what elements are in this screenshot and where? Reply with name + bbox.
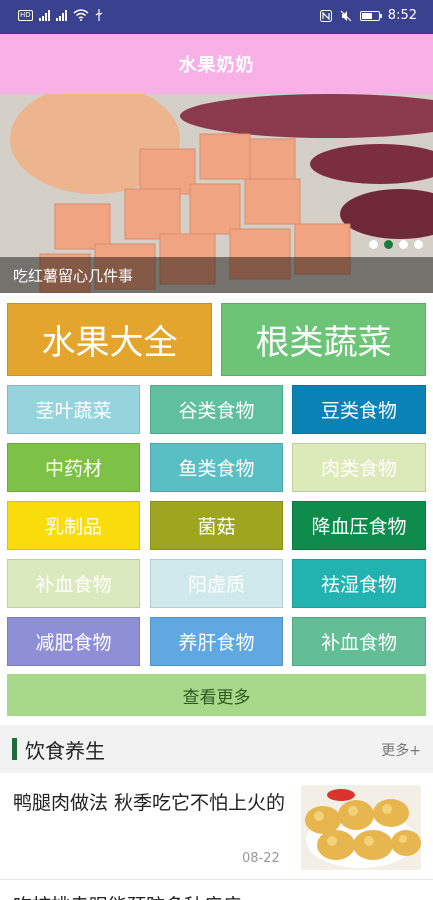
hd-badge: HD bbox=[18, 9, 33, 21]
category-legumes-button[interactable]: 豆类食物 bbox=[292, 385, 426, 434]
category-yang-deficiency-button[interactable]: 阳虚质 bbox=[150, 559, 283, 608]
category-weight-loss-button[interactable]: 减肥食物 bbox=[7, 617, 140, 666]
status-bar: HD 8:52 bbox=[0, 0, 433, 34]
usb-icon bbox=[95, 9, 102, 21]
article-title: 鸭腿肉做法 秋季吃它不怕上火的 bbox=[13, 792, 286, 814]
category-grains-button[interactable]: 谷类食物 bbox=[150, 385, 283, 434]
category-fruits-button[interactable]: 水果大全 bbox=[7, 303, 212, 376]
article-item[interactable]: 吃核桃走眼能预防多种疾病 bbox=[0, 881, 433, 900]
category-dampness-button[interactable]: 祛湿食物 bbox=[292, 559, 426, 608]
article-item[interactable]: 鸭腿肉做法 秋季吃它不怕上火的 08-22 bbox=[0, 773, 433, 880]
section-accent-bar bbox=[12, 738, 17, 760]
section-more-link[interactable]: 更多+ bbox=[381, 740, 421, 760]
category-blood-tonic-2-button[interactable]: 补血食物 bbox=[292, 617, 426, 666]
wifi-icon bbox=[73, 9, 89, 21]
carousel-dot[interactable] bbox=[399, 240, 408, 249]
status-right: 8:52 bbox=[319, 8, 417, 23]
section-title: 饮食养生 bbox=[25, 739, 105, 763]
category-herbal-medicine-button[interactable]: 中药材 bbox=[7, 443, 140, 492]
category-blood-pressure-button[interactable]: 降血压食物 bbox=[292, 501, 426, 550]
category-mushrooms-button[interactable]: 菌菇 bbox=[150, 501, 283, 550]
carousel-dot[interactable] bbox=[369, 240, 378, 249]
app-bar: 水果奶奶 bbox=[0, 34, 433, 94]
view-more-button[interactable]: 查看更多 bbox=[7, 674, 426, 716]
nfc-icon bbox=[319, 9, 332, 22]
article-date: 08-22 bbox=[242, 851, 280, 866]
banner-caption: 吃红薯留心几件事 bbox=[13, 267, 134, 285]
section-header: 饮食养生 更多+ bbox=[0, 725, 433, 773]
category-fish-button[interactable]: 鱼类食物 bbox=[150, 443, 283, 492]
fried-food-thumbnail bbox=[301, 785, 421, 870]
clock: 8:52 bbox=[387, 8, 417, 23]
category-blood-tonic-button[interactable]: 补血食物 bbox=[7, 559, 140, 608]
battery-icon bbox=[359, 10, 382, 21]
carousel-dot-active[interactable] bbox=[384, 240, 393, 249]
mute-icon bbox=[340, 10, 352, 21]
banner-carousel[interactable]: 吃红薯留心几件事 bbox=[0, 94, 433, 293]
status-left: HD bbox=[18, 9, 103, 21]
article-title: 吃核桃走眼能预防多种疾病 bbox=[13, 891, 241, 900]
app-title: 水果奶奶 bbox=[178, 55, 255, 76]
signal-icon bbox=[38, 9, 50, 21]
category-meat-button[interactable]: 肉类食物 bbox=[292, 443, 426, 492]
carousel-dot[interactable] bbox=[414, 240, 423, 249]
category-root-vegetables-button[interactable]: 根类蔬菜 bbox=[221, 303, 426, 376]
signal-icon bbox=[55, 9, 67, 21]
category-liver-button[interactable]: 养肝食物 bbox=[150, 617, 283, 666]
category-dairy-button[interactable]: 乳制品 bbox=[7, 501, 140, 550]
category-leafy-vegetables-button[interactable]: 茎叶蔬菜 bbox=[7, 385, 140, 434]
carousel-indicator[interactable] bbox=[369, 240, 423, 249]
banner-caption-bar: 吃红薯留心几件事 bbox=[0, 257, 433, 293]
